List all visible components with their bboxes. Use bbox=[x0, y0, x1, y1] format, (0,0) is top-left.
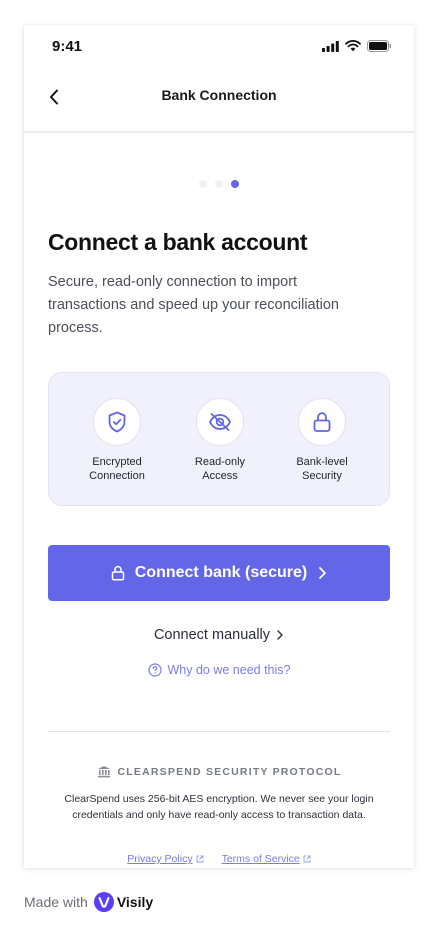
feature-icon-circle bbox=[93, 398, 141, 446]
visily-logo: Visily bbox=[93, 892, 154, 912]
external-link-icon bbox=[196, 855, 204, 863]
lock-icon bbox=[313, 412, 331, 432]
section-divider bbox=[48, 731, 390, 732]
connect-manually-link[interactable]: Connect manually bbox=[24, 627, 414, 643]
connect-bank-label: Connect bank (secure) bbox=[134, 564, 308, 581]
progress-dot-2 bbox=[215, 180, 223, 188]
feature-label-line1: Bank-level bbox=[296, 456, 348, 468]
feature-label: Encrypted Connection bbox=[89, 455, 145, 483]
made-with-label: Made with bbox=[24, 894, 88, 910]
visily-logo-icon bbox=[93, 892, 114, 912]
feature-label-line2: Connection bbox=[89, 470, 145, 482]
feature-label: Read-only Access bbox=[195, 455, 245, 483]
connect-bank-button[interactable]: Connect bank (secure) bbox=[48, 545, 390, 601]
phone-screen: 9:41 Bank Connection Connect a bank acco… bbox=[24, 25, 414, 868]
privacy-policy-link[interactable]: Privacy Policy bbox=[127, 853, 204, 865]
why-need-this-label: Why do we need this? bbox=[167, 663, 291, 677]
page-subtitle: Secure, read-only connection to import t… bbox=[48, 274, 339, 336]
external-link-icon bbox=[303, 855, 311, 863]
security-protocol-body: ClearSpend uses 256-bit AES encryption. … bbox=[64, 793, 374, 821]
footer-links: Privacy Policy Terms of Service bbox=[24, 853, 414, 865]
header-divider bbox=[24, 131, 414, 133]
status-icons bbox=[322, 40, 392, 52]
bank-building-icon bbox=[97, 766, 110, 778]
chevron-right-icon bbox=[319, 567, 327, 579]
wifi-icon bbox=[345, 40, 361, 52]
privacy-policy-label: Privacy Policy bbox=[127, 853, 193, 865]
security-protocol-label: CLEARSPEND SECURITY PROTOCOL bbox=[117, 765, 342, 778]
feature-read-only: Read-only Access bbox=[168, 398, 272, 483]
status-bar: 9:41 bbox=[24, 25, 414, 69]
feature-icon-circle bbox=[298, 398, 346, 446]
feature-bank-level: Bank-level Security bbox=[270, 398, 374, 483]
status-time: 9:41 bbox=[52, 38, 83, 55]
feature-label: Bank-level Security bbox=[296, 455, 347, 483]
progress-dot-3-active bbox=[231, 180, 239, 188]
terms-of-service-link[interactable]: Terms of Service bbox=[222, 853, 311, 865]
terms-of-service-label: Terms of Service bbox=[221, 853, 300, 865]
connect-manually-label: Connect manually bbox=[153, 627, 271, 643]
progress-dot-1 bbox=[199, 180, 207, 188]
nav-header: Bank Connection bbox=[24, 77, 414, 133]
page-title: Bank Connection bbox=[161, 87, 277, 103]
page-heading: Connect a bank account bbox=[48, 229, 308, 255]
eye-off-icon bbox=[209, 413, 231, 431]
signal-icon bbox=[322, 40, 339, 52]
feature-label-line1: Encrypted bbox=[92, 456, 142, 468]
lock-icon bbox=[111, 565, 124, 581]
battery-icon bbox=[367, 40, 392, 52]
help-circle-icon bbox=[147, 663, 162, 677]
chevron-right-icon bbox=[277, 630, 283, 640]
made-with-badge[interactable]: Made with Visily bbox=[24, 892, 153, 912]
feature-label-line2: Security bbox=[302, 470, 342, 482]
feature-label-line2: Access bbox=[202, 470, 238, 482]
why-need-this-link[interactable]: Why do we need this? bbox=[24, 663, 414, 677]
security-features-card: Encrypted Connection Read-only Access Ba… bbox=[48, 372, 390, 506]
feature-label-line1: Read-only bbox=[194, 456, 246, 468]
feature-encrypted: Encrypted Connection bbox=[65, 398, 169, 483]
progress-dots bbox=[24, 180, 414, 188]
shield-check-icon bbox=[108, 411, 126, 433]
visily-brand-name: Visily bbox=[116, 894, 154, 910]
feature-icon-circle bbox=[196, 398, 244, 446]
security-protocol-heading: CLEARSPEND SECURITY PROTOCOL bbox=[24, 765, 414, 778]
